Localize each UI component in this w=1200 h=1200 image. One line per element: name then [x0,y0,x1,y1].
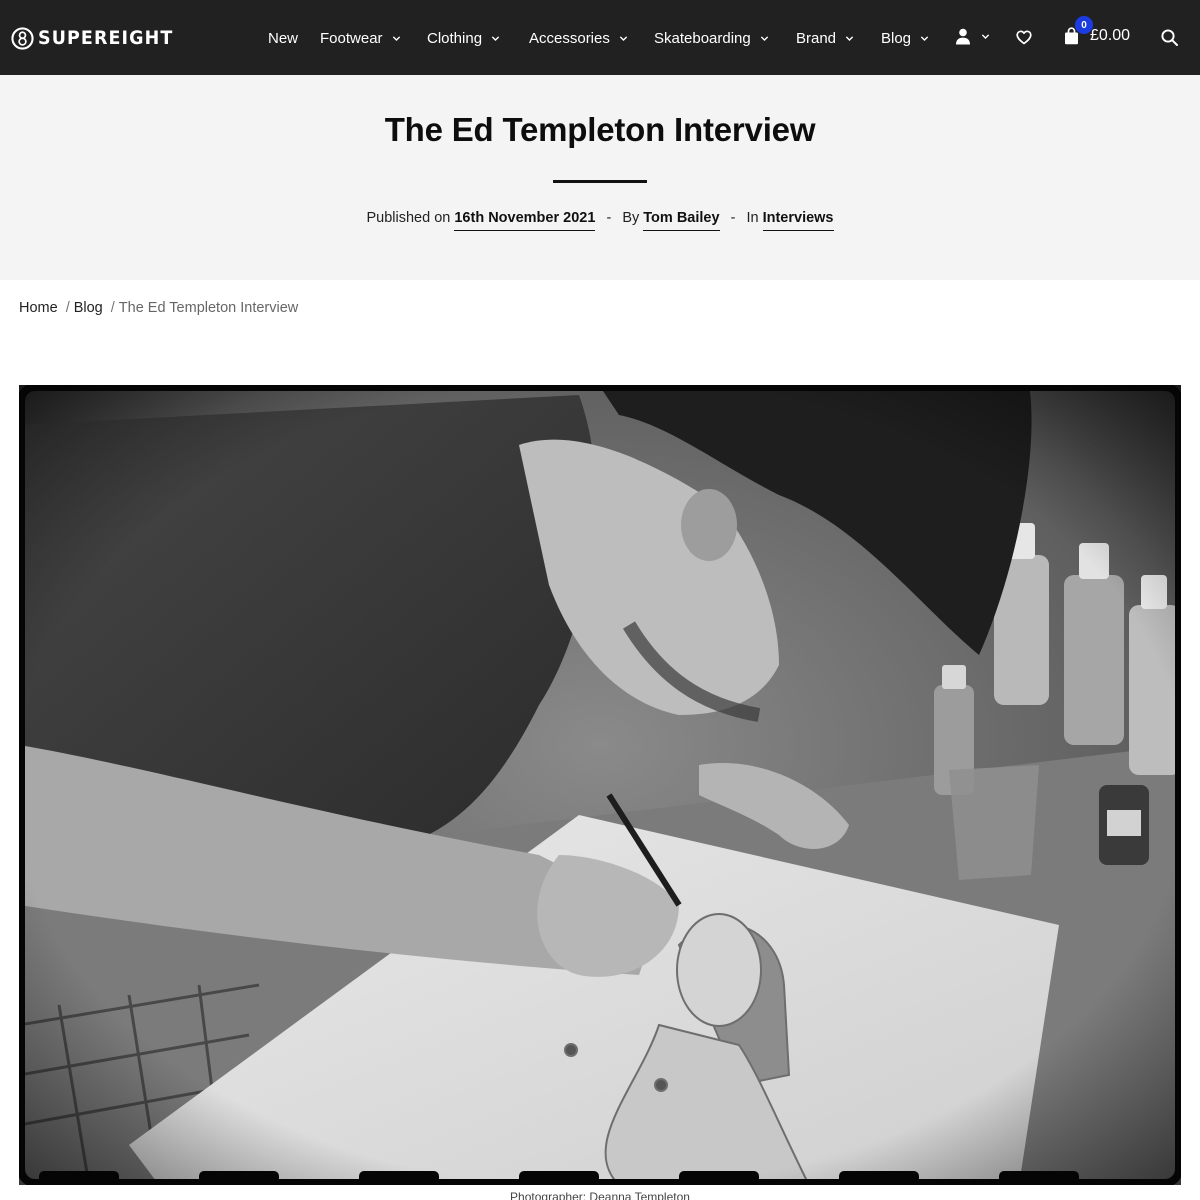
breadcrumb-blog[interactable]: Blog [74,300,103,316]
article-hero: The Ed Templeton Interview Published on … [0,75,1200,280]
chevron-down-icon [981,34,990,39]
nav-item-footwear[interactable]: Footwear [320,28,401,48]
breadcrumb-separator: / [65,300,70,316]
category-link[interactable]: Interviews [762,210,834,231]
user-icon [956,28,970,45]
meta-separator: - [730,210,736,226]
featured-photo[interactable] [19,385,1181,1185]
cart-total: £0.00 [1090,27,1131,44]
nav-item-label: Brand [796,29,837,47]
search-icon[interactable] [1161,29,1178,46]
title-divider [553,180,647,183]
nav-item-clothing[interactable]: Clothing [427,28,500,48]
nav-item-skateboarding[interactable]: Skateboarding [654,28,769,48]
breadcrumb-current: The Ed Templeton Interview [118,300,299,316]
chevron-down-icon [920,35,929,41]
author-link[interactable]: Tom Bailey [643,210,720,231]
chevron-down-icon [491,35,500,41]
chevron-down-icon [845,35,854,41]
nav-item-label: Clothing [427,29,483,47]
category-prefix: In [746,210,759,226]
breadcrumb-separator: / [110,300,115,316]
nav-item-accessories[interactable]: Accessories [529,28,628,48]
nav-item-blog[interactable]: Blog [881,28,929,48]
nav-item-label: Footwear [320,29,383,47]
heart-icon[interactable] [1016,30,1032,45]
article-date-link[interactable]: 16th November 2021 [454,210,596,231]
breadcrumb: Home / Blog / The Ed Templeton Interview [19,300,298,316]
meta-separator: - [606,210,612,226]
photo-frame [19,385,1181,1185]
main-nav: New Footwear Clothing Accessories Skateb… [0,0,1200,75]
nav-item-label: Accessories [529,29,610,47]
author-prefix: By [622,210,640,226]
chevron-down-icon [619,35,627,41]
site-header: SUPEREIGHT New Footwear Clothing Accesso… [0,0,1200,75]
nav-item-label: Skateboarding [654,29,751,47]
page-title: The Ed Templeton Interview [384,111,816,148]
nav-item-brand[interactable]: Brand [796,28,854,48]
chevron-down-icon [392,35,400,41]
nav-item-new[interactable]: New [268,28,298,48]
breadcrumb-home[interactable]: Home [19,300,58,316]
nav-item-label: Blog [881,29,912,47]
nav-item-label: New [268,29,299,47]
article-meta: Published on 16th November 2021 - By Tom… [0,210,1200,231]
photo-caption: Photographer: Deanna Templeton [510,1190,690,1200]
chevron-down-icon [760,35,768,41]
published-prefix: Published on [366,210,451,226]
